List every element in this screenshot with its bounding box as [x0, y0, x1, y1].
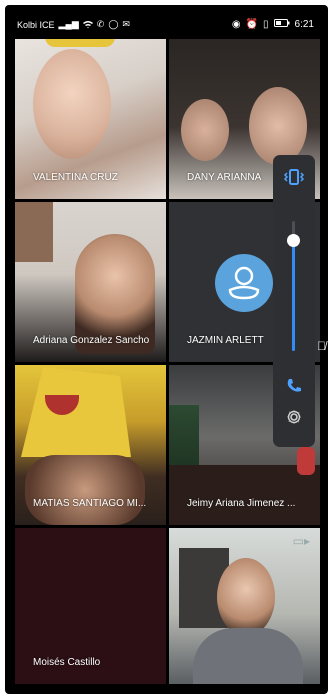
battery-icon [273, 19, 290, 30]
santa-figure [297, 447, 315, 475]
phone-icon [287, 379, 301, 392]
participant-tile[interactable]: Moisés Castillo [15, 528, 166, 684]
vibrate-icon [283, 169, 305, 185]
vibrate-mode-button[interactable] [273, 169, 315, 190]
participant-tile[interactable]: MATIAS SANTIAGO MI... [15, 365, 166, 525]
clock: 6:21 [294, 19, 314, 30]
mic-off-icon: 🎙̸ [317, 339, 326, 353]
party-hat [21, 367, 131, 457]
participant-name: VALENTINA CRUZ [33, 172, 118, 183]
participant-video [249, 87, 307, 165]
phone-screen: Kolbi ICE ▂▄▆ ✆ ◯ ✉ ◉ ⏰ ▯ 6:21 VALENTINA… [5, 5, 328, 694]
eye-icon: ◉ [231, 19, 241, 30]
person-icon [228, 266, 260, 300]
mail-icon: ✉ [122, 19, 130, 29]
vibrate-icon: ▯ [263, 19, 269, 30]
participant-video [181, 99, 229, 161]
status-bar: Kolbi ICE ▂▄▆ ✆ ◯ ✉ ◉ ⏰ ▯ 6:21 [5, 5, 328, 39]
carrier-name: Kolbi ICE [17, 19, 55, 30]
call-audio-button[interactable] [273, 377, 315, 400]
call-controls-panel [273, 155, 315, 447]
sweatshirt [193, 628, 303, 684]
camera-icon: ▭▸ [292, 534, 310, 548]
wifi-icon [82, 20, 93, 30]
volume-slider-fill [292, 240, 295, 351]
alarm-icon: ⏰ [245, 19, 259, 30]
participant-video [25, 455, 145, 525]
party-hat [45, 39, 115, 47]
gear-icon [287, 410, 301, 424]
whatsapp-icon: ◯ [108, 19, 119, 29]
avatar [215, 254, 273, 312]
participant-tile[interactable]: Adriana Gonzalez Sancho [15, 202, 166, 362]
volume-slider-knob[interactable] [287, 234, 300, 247]
participant-name: Adriana Gonzalez Sancho [33, 335, 150, 346]
signal-icon: ▂▄▆ [58, 19, 79, 29]
participant-name: Jeimy Ariana Jimenez ... [187, 498, 296, 509]
participant-name: Moisés Castillo [33, 657, 101, 668]
participant-name: MATIAS SANTIAGO MI... [33, 498, 147, 509]
participant-name: DANY ARIANNA [187, 172, 262, 183]
table-surface [169, 465, 320, 525]
participant-tile[interactable]: VALENTINA CRUZ [15, 39, 166, 199]
phone-icon: ✆ [96, 19, 105, 29]
wall-frame [15, 202, 53, 262]
settings-button[interactable] [273, 409, 315, 430]
participant-name: JAZMIN ARLETT [187, 335, 264, 346]
participant-video [33, 49, 111, 159]
participant-tile[interactable]: ▭▸ [169, 528, 320, 684]
participant-video [217, 558, 275, 636]
